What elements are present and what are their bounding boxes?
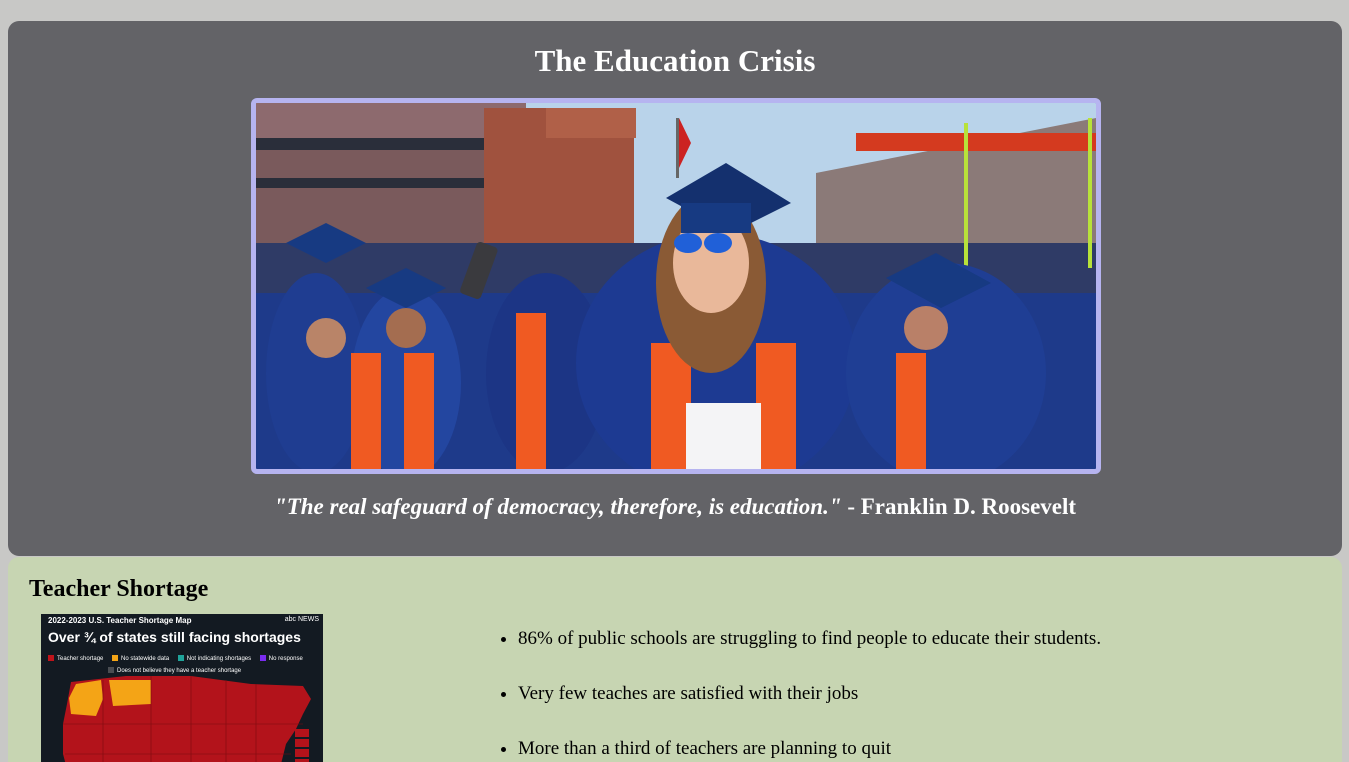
list-item: More than a third of teachers are planni… (518, 737, 1101, 760)
list-item: Very few teaches are satisfied with thei… (518, 682, 1101, 705)
section-title: Teacher Shortage (29, 576, 209, 602)
quote: "The real safeguard of democracy, theref… (8, 493, 1342, 521)
hero-section: The Education Crisis "The real safeguard… (8, 21, 1342, 556)
page-title: The Education Crisis (534, 43, 816, 78)
graduation-photo-illustration (256, 103, 1096, 469)
list-item: 86% of public schools are struggling to … (518, 627, 1101, 650)
graduation-photo (251, 98, 1101, 474)
quote-author: - Franklin D. Roosevelt (841, 494, 1077, 519)
teacher-shortage-section: Teacher Shortage 2022-2023 U.S. Teacher … (8, 557, 1342, 762)
shortage-facts-list: 86% of public schools are struggling to … (518, 627, 1101, 762)
quote-text: "The real safeguard of democracy, theref… (273, 494, 842, 519)
us-map-shape (63, 676, 311, 762)
teacher-shortage-map: 2022-2023 U.S. Teacher Shortage Map abc … (41, 614, 323, 762)
